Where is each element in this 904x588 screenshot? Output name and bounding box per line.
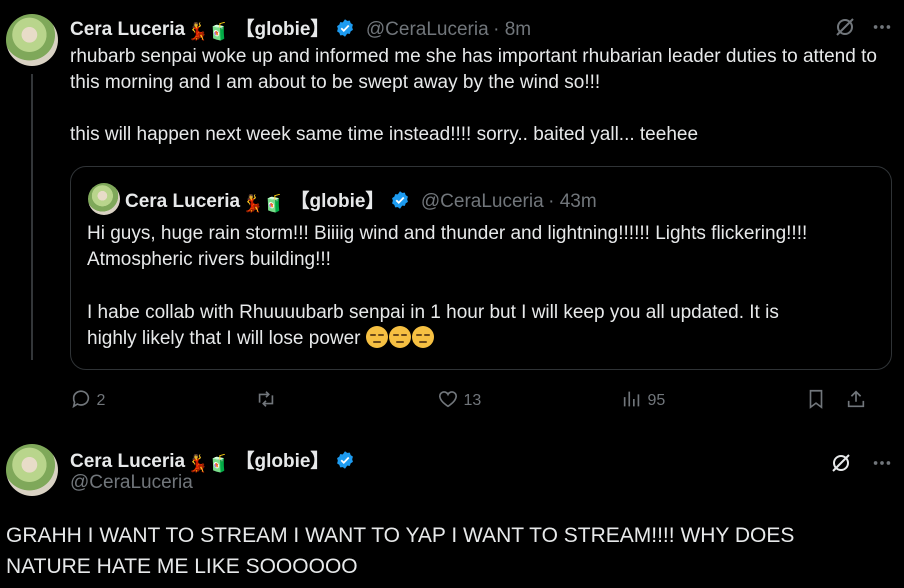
share-icon[interactable] (845, 388, 867, 410)
display-name[interactable]: Cera Luceria (70, 451, 185, 472)
avatar[interactable] (6, 444, 58, 496)
name-suffix: 【globie】 (235, 451, 330, 472)
views-button[interactable]: 95 (621, 388, 665, 410)
quoted-timestamp: · 43m (548, 191, 597, 212)
quoted-avatar (88, 183, 120, 215)
quoted-header: Cera Luceria 💃🧃 【globie】 @CeraLuceria · 43… (125, 186, 597, 214)
reply-count: 2 (96, 392, 106, 409)
like-count: 13 (463, 392, 482, 409)
verified-badge-icon (337, 451, 354, 469)
tweet-header: Cera Luceria 💃🧃 【globie】 (70, 446, 355, 474)
timestamp[interactable]: · 8m (493, 19, 531, 40)
views-icon (623, 391, 640, 407)
reply-icon (72, 390, 90, 409)
pensive-face-emoji (411, 326, 434, 348)
bookmark-icon[interactable] (805, 388, 827, 410)
pensive-face-emoji (365, 326, 388, 348)
verified-badge-icon (337, 19, 354, 37)
quoted-text-paragraph-2-container: I habe collab with Rhuuuubarb senpai in … (87, 300, 887, 352)
more-horizontal-icon[interactable] (871, 452, 893, 474)
like-button[interactable]: 13 (437, 388, 481, 410)
repost-icon (258, 391, 274, 407)
grok-icon[interactable] (833, 15, 857, 39)
view-count: 95 (647, 392, 666, 409)
heart-icon (438, 391, 458, 408)
verified-badge-icon (392, 191, 409, 209)
quoted-text-paragraph-1: Hi guys, huge rain storm!!! Biiiig wind … (87, 223, 808, 270)
tweet-text: GRAHH I WANT TO STREAM I WANT TO YAP I W… (6, 524, 795, 578)
repost-button[interactable] (254, 388, 278, 410)
thread-connector-line (31, 74, 33, 360)
quoted-text-paragraph-2: I habe collab with Rhuuuubarb senpai in … (87, 302, 779, 349)
name-emojis: 💃🧃 (187, 454, 230, 473)
name-suffix: 【globie】 (235, 19, 330, 40)
avatar[interactable] (6, 14, 58, 66)
quoted-tweet[interactable]: Cera Luceria 💃🧃 【globie】 @CeraLuceria · 43… (70, 166, 892, 370)
more-horizontal-icon[interactable] (871, 16, 893, 38)
reply-button[interactable]: 2 (70, 388, 105, 410)
tweet-header: Cera Luceria 💃🧃 【globie】 @CeraLuceria · 8m (70, 14, 531, 42)
quoted-name-suffix: 【globie】 (290, 191, 385, 212)
user-handle[interactable]: @CeraLuceria (70, 472, 193, 494)
pensive-face-emoji (388, 326, 411, 348)
tweet-text: rhubarb senpai woke up and informed me s… (70, 46, 877, 145)
quoted-name-emojis: 💃🧃 (242, 194, 285, 213)
quoted-handle: @CeraLuceria (420, 191, 544, 212)
grok-icon[interactable] (829, 451, 853, 475)
user-handle[interactable]: @CeraLuceria (366, 19, 489, 40)
display-name[interactable]: Cera Luceria (70, 19, 185, 40)
name-emojis: 💃🧃 (187, 22, 230, 41)
quoted-display-name: Cera Luceria (125, 191, 241, 212)
